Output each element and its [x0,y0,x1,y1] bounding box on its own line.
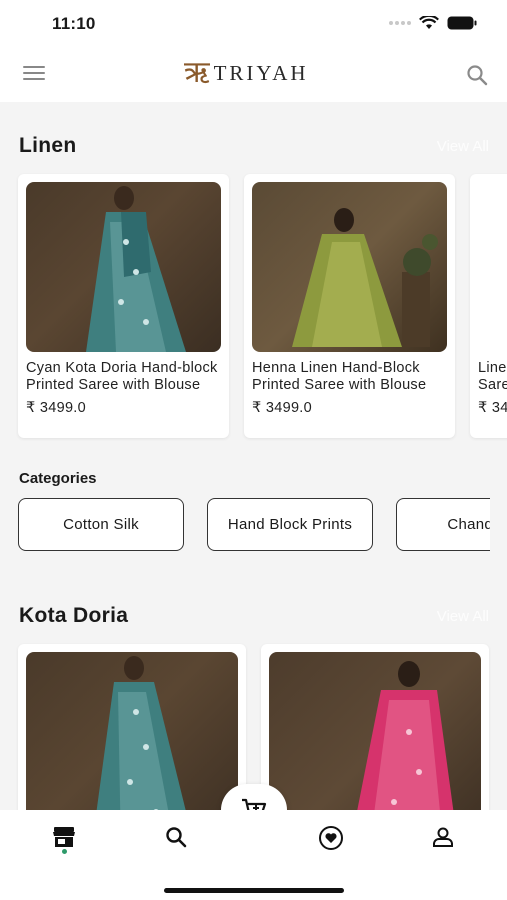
status-bar: 11:10 [0,0,507,46]
store-icon [53,827,75,847]
section-title: Kota Doria [19,604,129,627]
product-card[interactable]: Linen Hand-block Printed Saree with Blou… [470,174,507,438]
product-price: ₹ 3499.0 [478,400,507,416]
product-image[interactable] [269,652,481,810]
category-chip-chanderi[interactable]: Chanderi [396,498,490,551]
category-chip-cotton-silk[interactable]: Cotton Silk [18,498,184,551]
product-carousel-linen[interactable]: Cyan Kota Doria Hand-block Printed Saree… [18,174,507,438]
status-icons [389,16,477,30]
home-content[interactable]: Linen View All Cyan Kota Doria Hand-bloc… [0,102,507,810]
view-all-link[interactable]: View All [437,608,489,625]
product-image[interactable] [478,182,507,352]
bottom-nav [0,810,507,900]
signal-icon [389,21,411,25]
product-name: Henna Linen Hand-Block Printed Saree wit… [252,360,427,393]
nav-profile[interactable] [428,826,458,856]
app-header: ऋ TRIYAH [0,46,507,102]
brand-mark: ऋ [184,55,210,90]
status-time: 11:10 [52,14,96,33]
product-name: Cyan Kota Doria Hand-block Printed Saree… [26,360,218,393]
product-price: ₹ 3499.0 [252,400,313,416]
product-image[interactable] [252,182,447,352]
view-all-link[interactable]: View All [437,138,489,155]
nav-wishlist[interactable] [316,826,346,856]
product-name: Linen Hand-block Printed Saree with Blou… [478,360,507,393]
product-image[interactable] [26,182,221,352]
battery-icon [447,16,477,30]
product-price: ₹ 3499.0 [26,400,87,416]
product-image[interactable] [26,652,238,810]
categories-label: Categories [19,470,97,487]
product-card[interactable]: Henna Linen Hand-Block Printed Saree wit… [244,174,455,438]
section-header-linen: Linen View All [19,134,489,158]
profile-icon [433,827,453,847]
search-icon [166,827,187,848]
wifi-icon [419,16,439,29]
section-header-kota-doria: Kota Doria View All [19,604,489,628]
product-card[interactable] [18,644,246,810]
brand-name: TRIYAH [213,60,309,85]
category-chip-hand-block-prints[interactable]: Hand Block Prints [207,498,373,551]
product-card[interactable] [261,644,489,810]
categories-row[interactable]: Cotton Silk Hand Block Prints Chanderi [18,498,490,554]
section-title: Linen [19,134,77,157]
product-card[interactable]: Cyan Kota Doria Hand-block Printed Saree… [18,174,229,438]
active-indicator [62,849,67,854]
heart-icon [319,826,343,850]
menu-icon[interactable] [23,66,45,80]
home-indicator [164,888,344,893]
brand-logo[interactable]: ऋ TRIYAH [184,58,309,88]
nav-search[interactable] [161,826,191,856]
search-icon[interactable] [466,64,488,86]
